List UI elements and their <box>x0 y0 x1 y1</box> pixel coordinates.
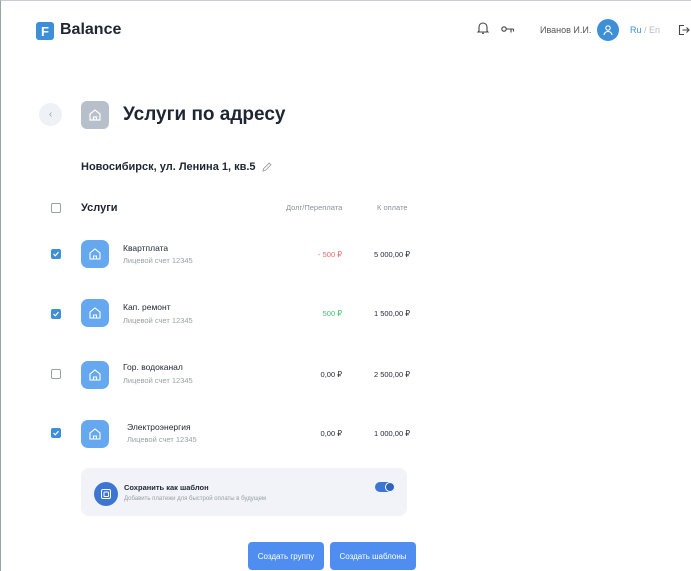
row-checkbox[interactable] <box>51 309 61 319</box>
lang-separator: / <box>641 25 650 35</box>
service-to-pay: 5 000,00 ₽ <box>373 250 410 259</box>
page-title: Услуги по адресу <box>123 104 286 125</box>
lang-en[interactable]: En <box>649 25 660 35</box>
template-copy-icon <box>94 482 118 506</box>
service-debt: 0,00 ₽ <box>320 429 342 438</box>
house-icon <box>81 299 109 327</box>
service-debt: 500 ₽ <box>322 309 342 318</box>
column-debt: Долг/Переплата <box>286 203 343 212</box>
template-title: Сохранить как шаблон <box>124 483 209 492</box>
service-account: Лицевой счет 12345 <box>123 256 193 265</box>
row-checkbox[interactable] <box>51 428 61 438</box>
column-services: Услуги <box>81 202 118 214</box>
select-all-checkbox[interactable] <box>51 203 61 213</box>
lang-ru[interactable]: Ru <box>630 25 642 35</box>
service-debt: 0,00 ₽ <box>320 370 342 379</box>
save-template-toggle[interactable] <box>375 482 395 492</box>
user-icon[interactable] <box>597 19 619 41</box>
service-name: Электроэнергия <box>127 422 191 432</box>
service-account: Лицевой счет 12345 <box>123 376 193 385</box>
service-name: Квартплата <box>123 243 169 253</box>
edit-pencil-icon[interactable] <box>261 160 273 172</box>
key-icon[interactable] <box>501 23 515 38</box>
service-account: Лицевой счет 12345 <box>123 316 193 325</box>
logo-letter: F <box>41 23 49 39</box>
service-name: Гор. водоканал <box>123 362 183 372</box>
user-name[interactable]: Иванов И.И. <box>540 25 591 35</box>
house-icon <box>81 361 109 389</box>
row-checkbox[interactable] <box>51 249 61 259</box>
back-chevron-icon: ‹ <box>48 109 53 120</box>
house-icon <box>81 101 109 129</box>
service-debt: - 500 ₽ <box>318 250 342 259</box>
toggle-knob <box>385 482 395 492</box>
address-text: Новосибирск, ул. Ленина 1, кв.5 <box>81 161 256 173</box>
house-icon <box>81 240 109 268</box>
service-to-pay: 2 500,00 ₽ <box>373 370 410 379</box>
service-to-pay: 1 500,00 ₽ <box>373 309 410 318</box>
logo-icon[interactable]: F <box>36 22 54 40</box>
language-switcher[interactable]: Ru / En <box>630 25 660 35</box>
create-templates-button[interactable]: Создать шаблоны <box>330 542 416 570</box>
column-to-pay: К оплате <box>377 203 408 212</box>
back-button[interactable]: ‹ <box>39 103 62 126</box>
logout-icon[interactable] <box>678 23 690 41</box>
service-name: Кап. ремонт <box>123 302 171 312</box>
app-name[interactable]: Balance <box>60 21 121 39</box>
save-template-card <box>81 468 407 516</box>
service-to-pay: 1 000,00 ₽ <box>373 429 410 438</box>
create-group-button[interactable]: Создать группу <box>248 542 324 570</box>
service-account: Лицевой счет 12345 <box>127 435 197 444</box>
row-checkbox[interactable] <box>51 369 61 379</box>
bell-icon[interactable] <box>476 21 490 38</box>
template-subtitle: Добавить платежи для быстрой оплаты в бу… <box>124 496 267 502</box>
house-icon <box>81 420 109 448</box>
